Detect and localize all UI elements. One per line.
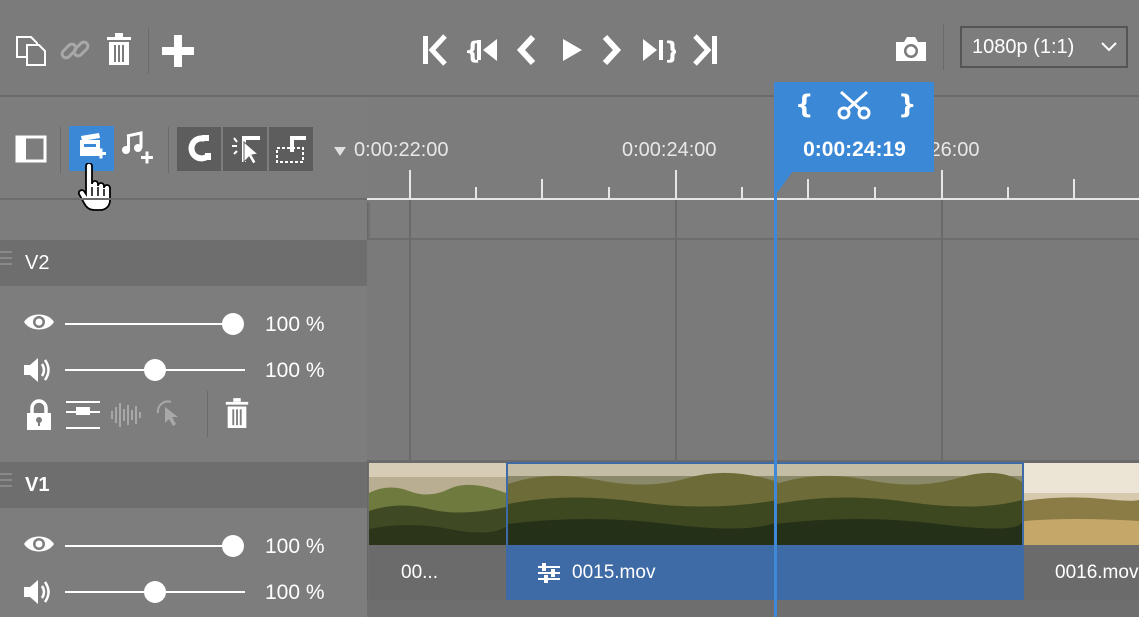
prev-in-icon[interactable]: {	[464, 32, 500, 68]
add-audio-track-icon[interactable]	[120, 128, 156, 168]
opacity-slider-track[interactable]	[65, 323, 233, 325]
volume-value: 100 %	[265, 581, 325, 604]
ruler-tick	[541, 179, 543, 199]
opacity-slider-track[interactable]	[65, 545, 233, 547]
track-header-v1[interactable]: V1	[0, 462, 367, 508]
ripple-marquee-icon[interactable]	[269, 127, 313, 171]
more-icon[interactable]	[330, 141, 350, 161]
split-scissors-icon[interactable]	[837, 90, 871, 120]
ruler-baseline	[367, 198, 1139, 200]
playhead-marker[interactable]: { } 0:00:24:19	[775, 82, 934, 172]
eye-icon[interactable]	[23, 311, 55, 333]
clip-label-bar[interactable]: 0015.mov	[508, 545, 1022, 600]
track-panel: V2 100 % 100 % V1 100 % 100 %	[0, 97, 367, 617]
skip-end-icon[interactable]	[690, 32, 720, 68]
trash-icon[interactable]	[103, 33, 135, 67]
grid-line	[941, 200, 943, 460]
grid-line	[409, 200, 411, 460]
opacity-value: 100 %	[265, 535, 325, 558]
speaker-icon[interactable]	[22, 357, 52, 383]
resolution-select[interactable]: 1080p (1:1)	[960, 26, 1128, 68]
add-icon[interactable]	[160, 33, 196, 69]
set-in-icon[interactable]: {	[795, 90, 814, 120]
playhead-time: 0:00:24:19	[803, 138, 906, 161]
resolution-value: 1080p (1:1)	[972, 35, 1075, 58]
step-forward-icon[interactable]	[598, 32, 626, 68]
speaker-icon[interactable]	[22, 579, 52, 605]
ruler-tick	[807, 179, 809, 199]
camera-icon[interactable]	[893, 34, 929, 64]
track-area-v2[interactable]	[367, 240, 1139, 460]
playhead-tip	[775, 171, 795, 195]
drag-handle-icon[interactable]	[0, 473, 12, 491]
ruler-label: 0:00:24:00	[622, 139, 717, 161]
volume-value: 100 %	[265, 359, 325, 382]
clip-label-bar[interactable]: 00...	[369, 545, 506, 600]
clip-name: 00...	[401, 561, 438, 583]
play-icon[interactable]	[558, 32, 586, 68]
ruler-tick	[941, 170, 943, 199]
toggle-panel-icon[interactable]	[14, 134, 48, 164]
svg-text:}: }	[664, 37, 676, 65]
opacity-slider-knob[interactable]	[222, 313, 244, 335]
ruler-label: 0:00:22:00	[354, 139, 449, 161]
waveform-icon	[110, 401, 142, 429]
copy-icon[interactable]	[14, 34, 48, 68]
link-icon	[58, 33, 92, 67]
filter-settings-icon[interactable]	[538, 562, 560, 583]
clip-thumbnail[interactable]	[508, 464, 1022, 545]
add-video-track-icon	[79, 132, 106, 158]
track-name: V1	[25, 473, 50, 496]
clip-thumbnail[interactable]	[1024, 463, 1139, 545]
volume-slider-knob[interactable]	[144, 359, 166, 381]
eye-icon[interactable]	[23, 533, 55, 555]
next-out-icon[interactable]: }	[640, 32, 676, 68]
clip-name: 0015.mov	[572, 561, 656, 583]
set-out-icon[interactable]: }	[898, 90, 917, 120]
top-toolbar: { } 1080p (1:1)	[0, 0, 1139, 97]
clip-label-bar[interactable]: 0016.mov	[1024, 545, 1139, 600]
grid-line	[675, 200, 677, 460]
clip-name: 0016.mov	[1055, 561, 1139, 583]
hand-cursor-icon	[78, 163, 112, 213]
lock-icon[interactable]	[26, 399, 52, 431]
magnet-icon[interactable]	[177, 127, 221, 171]
ripple-select-icon[interactable]	[223, 127, 267, 171]
opacity-slider-knob[interactable]	[222, 535, 244, 557]
ruler-tick	[675, 170, 677, 199]
drag-handle-icon[interactable]	[0, 251, 12, 269]
ruler-tick	[1073, 179, 1075, 199]
opacity-value: 100 %	[265, 313, 325, 336]
ruler-tick	[409, 170, 411, 199]
track-name: V2	[25, 251, 50, 274]
composite-cursor-icon	[155, 399, 185, 429]
delete-track-icon[interactable]	[223, 397, 251, 431]
track-area-v1-footer	[367, 600, 1139, 617]
track-height-icon[interactable]	[66, 399, 102, 431]
volume-slider-knob[interactable]	[144, 581, 166, 603]
step-back-icon[interactable]	[512, 32, 540, 68]
timeline-ruler[interactable]	[367, 97, 1139, 202]
track-header-v2[interactable]: V2	[0, 240, 367, 286]
skip-start-icon[interactable]	[420, 32, 450, 68]
chevron-down-icon	[1100, 40, 1118, 54]
clip-thumbnail[interactable]	[369, 463, 506, 545]
